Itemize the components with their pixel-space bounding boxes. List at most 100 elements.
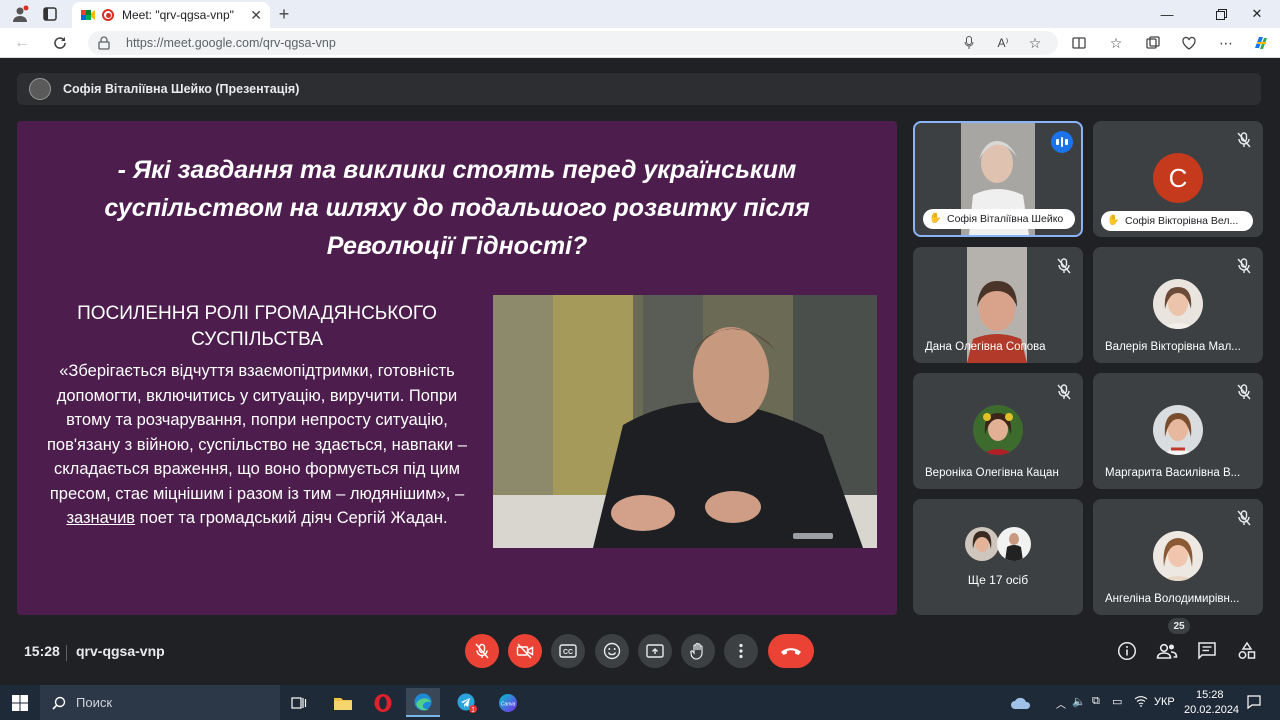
more-participants-label: Ще 17 осіб (967, 573, 1029, 587)
chat-button[interactable] (1194, 638, 1220, 664)
participant-avatar (1153, 279, 1203, 329)
mic-off-icon (1057, 384, 1071, 400)
file-explorer-button[interactable] (326, 688, 360, 717)
quote-text-end: поет та громадський діяч Сергій Жадан. (135, 509, 448, 527)
input-language[interactable]: УКР (1154, 696, 1175, 708)
participant-avatar (997, 527, 1031, 561)
telegram-icon: 1 (457, 693, 477, 713)
reload-icon[interactable] (50, 33, 70, 53)
captions-button[interactable]: CC (551, 634, 585, 668)
address-bar-row: ← https://meet.google.com/qrv-qgsa-vnp A… (0, 28, 1280, 58)
activities-button[interactable] (1234, 638, 1260, 664)
participant-tile[interactable]: Дана Олегівна Сопова (913, 247, 1083, 363)
collections-icon[interactable] (1144, 34, 1162, 52)
reactions-button[interactable] (595, 634, 629, 668)
taskbar-date[interactable]: 20.02.2024 (1184, 704, 1239, 716)
task-view-icon (291, 696, 307, 709)
close-tab-icon[interactable]: ✕ (250, 7, 262, 24)
url-text: https://meet.google.com/qrv-qgsa-vnp (126, 36, 336, 50)
participant-tile[interactable]: Ангеліна Володимирівн... (1093, 499, 1263, 615)
mic-permission-icon[interactable] (960, 34, 978, 52)
telegram-button[interactable]: 1 (450, 688, 484, 717)
slide-subtitle-line-2: СУСПІЛЬСТВА (191, 329, 323, 350)
microphone-button[interactable] (465, 634, 499, 668)
canva-button[interactable]: Canva (491, 688, 525, 717)
edge-icon (414, 693, 432, 710)
new-tab-icon[interactable]: + (274, 4, 294, 24)
more-menu-icon[interactable]: ⋯ (1217, 34, 1235, 52)
windows-taskbar: Поиск 1 Canva ︿ 🔈 ⧉ ▭ УКР 15:28 20.02.20… (0, 685, 1280, 720)
battery-icon[interactable]: ▭ (1112, 695, 1122, 708)
favorite-star-icon[interactable]: ☆ (1026, 34, 1044, 52)
back-icon[interactable]: ← (12, 33, 32, 53)
read-aloud-icon[interactable]: A⁾ (994, 34, 1012, 52)
more-vert-icon (739, 643, 743, 659)
taskbar-search[interactable]: Поиск (40, 685, 280, 720)
tab-meet[interactable]: Meet: "qrv-qgsa-vnp" ✕ (72, 2, 270, 28)
speaker-icon[interactable]: 🔈 (1072, 695, 1086, 708)
more-options-button[interactable] (724, 634, 758, 668)
canva-icon: Canva (499, 693, 517, 712)
quote-text: «Зберігається відчуття взаємопідтримки, … (47, 362, 467, 503)
participant-name: Маргарита Василівна В... (1105, 467, 1241, 479)
weather-button[interactable] (1004, 688, 1038, 717)
meet-favicon-icon (81, 10, 95, 20)
meeting-details-button[interactable] (1114, 638, 1140, 664)
people-button[interactable] (1154, 638, 1180, 664)
meeting-controls: 15:28 qrv-qgsa-vnp CC 25 (0, 618, 1280, 685)
mic-off-icon (1057, 258, 1071, 274)
participant-tile[interactable]: Валерія Вікторівна Мал... (1093, 247, 1263, 363)
recording-icon (102, 9, 114, 21)
participant-tile[interactable]: Вероніка Олегівна Кацан (913, 373, 1083, 489)
more-participants-tile[interactable]: Ще 17 осіб (913, 499, 1083, 615)
profile-icon[interactable] (10, 4, 30, 24)
present-screen-button[interactable] (638, 634, 672, 668)
slide-subtitle-line-1: ПОСИЛЕННЯ РОЛІ ГРОМАДЯНСЬКОГО (77, 303, 437, 324)
chat-icon (1198, 642, 1216, 660)
edge-button[interactable] (406, 688, 440, 717)
notifications-icon[interactable] (1246, 694, 1262, 713)
copilot-icon[interactable] (1252, 34, 1270, 52)
quote-link[interactable]: зазначив (66, 509, 135, 527)
participant-tile[interactable]: С ✋ Софія Вікторівна Вел... (1093, 121, 1263, 237)
participant-count-badge: 25 (1168, 618, 1190, 634)
close-window-icon[interactable]: ✕ (1234, 0, 1280, 28)
participant-tile[interactable]: Маргарита Василівна В... (1093, 373, 1263, 489)
leave-call-button[interactable] (768, 634, 814, 668)
info-icon (1117, 641, 1137, 661)
hang-up-icon (781, 648, 801, 655)
people-icon (1156, 643, 1178, 659)
meet-stage: Софія Віталіївна Шейко (Презентація) - Я… (0, 59, 1280, 685)
hand-icon: ✋ (929, 213, 942, 224)
minimize-icon[interactable]: — (1144, 0, 1190, 28)
captions-icon: CC (559, 644, 577, 658)
tab-actions-icon[interactable] (40, 4, 60, 24)
browser-essentials-icon[interactable] (1180, 34, 1198, 52)
split-screen-icon[interactable] (1070, 34, 1088, 52)
raise-hand-button[interactable] (681, 634, 715, 668)
url-input[interactable]: https://meet.google.com/qrv-qgsa-vnp (88, 31, 1058, 55)
task-view-button[interactable] (282, 688, 316, 717)
favorites-icon[interactable]: ☆ (1107, 34, 1125, 52)
hand-icon (690, 642, 703, 660)
participant-name: Вероніка Олегівна Кацан (925, 467, 1059, 479)
meet-now-icon[interactable]: ⧉ (1092, 695, 1100, 708)
tray-overflow-icon[interactable]: ︿ (1056, 696, 1066, 711)
start-button[interactable] (3, 688, 37, 717)
presentation-banner: Софія Віталіївна Шейко (Презентація) (17, 73, 1261, 105)
cloud-icon (1011, 697, 1031, 709)
hand-icon: ✋ (1107, 215, 1120, 226)
slide-subtitle: ПОСИЛЕННЯ РОЛІ ГРОМАДЯНСЬКОГО СУСПІЛЬСТВ… (37, 301, 477, 353)
mic-off-icon (1237, 258, 1251, 274)
presentation-slide: - Які завдання та виклики стоять перед у… (17, 121, 897, 615)
opera-button[interactable] (366, 688, 400, 717)
slide-title: - Які завдання та виклики стоять перед у… (104, 156, 810, 260)
participant-tile[interactable]: ✋ Софія Віталіївна Шейко (913, 121, 1083, 237)
divider (66, 645, 67, 661)
meeting-code: qrv-qgsa-vnp (76, 643, 165, 659)
camera-button[interactable] (508, 634, 542, 668)
mic-off-icon (475, 643, 489, 659)
opera-icon (374, 693, 392, 712)
wifi-icon[interactable] (1134, 695, 1148, 710)
taskbar-time[interactable]: 15:28 (1196, 689, 1224, 701)
